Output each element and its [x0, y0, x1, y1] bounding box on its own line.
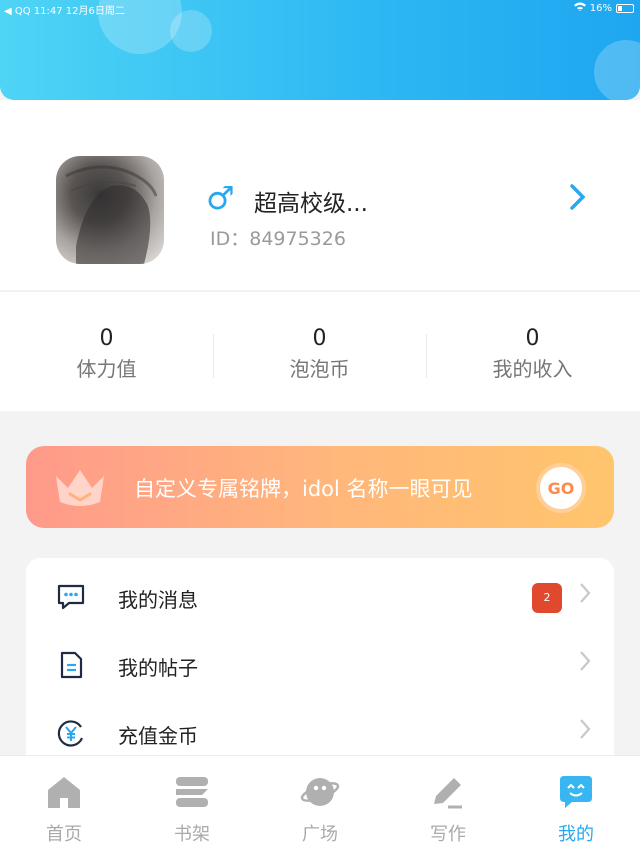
tab-mine[interactable]: 我的 [512, 774, 640, 846]
header-banner: ◀ QQ 11:47 12月6日周二 16% [0, 0, 640, 100]
stat-stamina[interactable]: 0 体力值 [0, 326, 213, 382]
stat-bubble-coins[interactable]: 0 泡泡币 [213, 326, 426, 382]
battery-percent: 16% [589, 2, 612, 14]
go-button[interactable]: GO [536, 463, 586, 513]
crown-icon [56, 470, 104, 506]
stat-label: 我的收入 [492, 357, 573, 381]
coin-icon [57, 720, 84, 747]
nameplate-banner[interactable]: 自定义专属铭牌，idol 名称一眼可见 GO [26, 446, 614, 528]
male-gender-icon: ♂ [206, 179, 235, 217]
menu-item-messages[interactable]: 我的消息 2 [26, 562, 614, 630]
post-icon [60, 651, 83, 679]
tab-bar: 首页 书架 广场 写作 我的 [0, 755, 640, 853]
tab-label: 我的 [558, 824, 594, 845]
chevron-right-icon [578, 716, 592, 749]
write-icon [434, 778, 462, 809]
stat-label: 体力值 [76, 357, 137, 381]
mine-icon [560, 776, 592, 808]
chevron-right-icon [578, 580, 592, 613]
bookshelf-icon [176, 777, 208, 807]
unread-badge: 2 [532, 583, 562, 613]
decor-bubble [170, 10, 212, 52]
tab-label: 首页 [46, 824, 82, 845]
plaza-icon [300, 778, 340, 806]
stat-value: 0 [525, 326, 540, 351]
status-bar: ◀ QQ 11:47 12月6日周二 16% [0, 0, 640, 17]
chevron-right-icon[interactable] [568, 182, 588, 220]
chevron-right-icon [578, 648, 592, 681]
menu-item-posts[interactable]: 我的帖子 [26, 630, 614, 698]
tab-label: 广场 [302, 824, 338, 845]
tab-write[interactable]: 写作 [384, 774, 512, 846]
tab-bookshelf[interactable]: 书架 [128, 774, 256, 846]
user-id: ID：84975326 [210, 228, 346, 250]
menu-item-label: 充值金币 [118, 724, 198, 748]
decor-bubble [594, 40, 640, 100]
profile-card[interactable]: ♂ 超高校级... ID：84975326 [0, 100, 640, 290]
username: 超高校级... [254, 191, 368, 217]
stat-value: 0 [99, 326, 114, 351]
banner-text: 自定义专属铭牌，idol 名称一眼可见 [134, 477, 473, 501]
menu-item-label: 我的帖子 [118, 656, 198, 680]
battery-icon [616, 3, 634, 13]
home-icon [48, 777, 80, 808]
stat-label: 泡泡币 [289, 357, 350, 381]
message-icon [57, 584, 85, 610]
stats-bar: 0 体力值 0 泡泡币 0 我的收入 [0, 291, 640, 411]
menu-list: 我的消息 2 我的帖子 充值金币 [26, 558, 614, 778]
stat-income[interactable]: 0 我的收入 [426, 326, 639, 382]
tab-plaza[interactable]: 广场 [256, 774, 384, 846]
status-right: 16% [573, 2, 634, 14]
tab-label: 书架 [174, 824, 210, 845]
wifi-icon [573, 2, 586, 14]
tab-label: 写作 [430, 824, 466, 845]
status-left: ◀ QQ 11:47 12月6日周二 [4, 6, 125, 17]
stat-value: 0 [312, 326, 327, 351]
menu-item-label: 我的消息 [118, 588, 198, 612]
tab-home[interactable]: 首页 [0, 774, 128, 846]
avatar[interactable] [56, 156, 164, 264]
